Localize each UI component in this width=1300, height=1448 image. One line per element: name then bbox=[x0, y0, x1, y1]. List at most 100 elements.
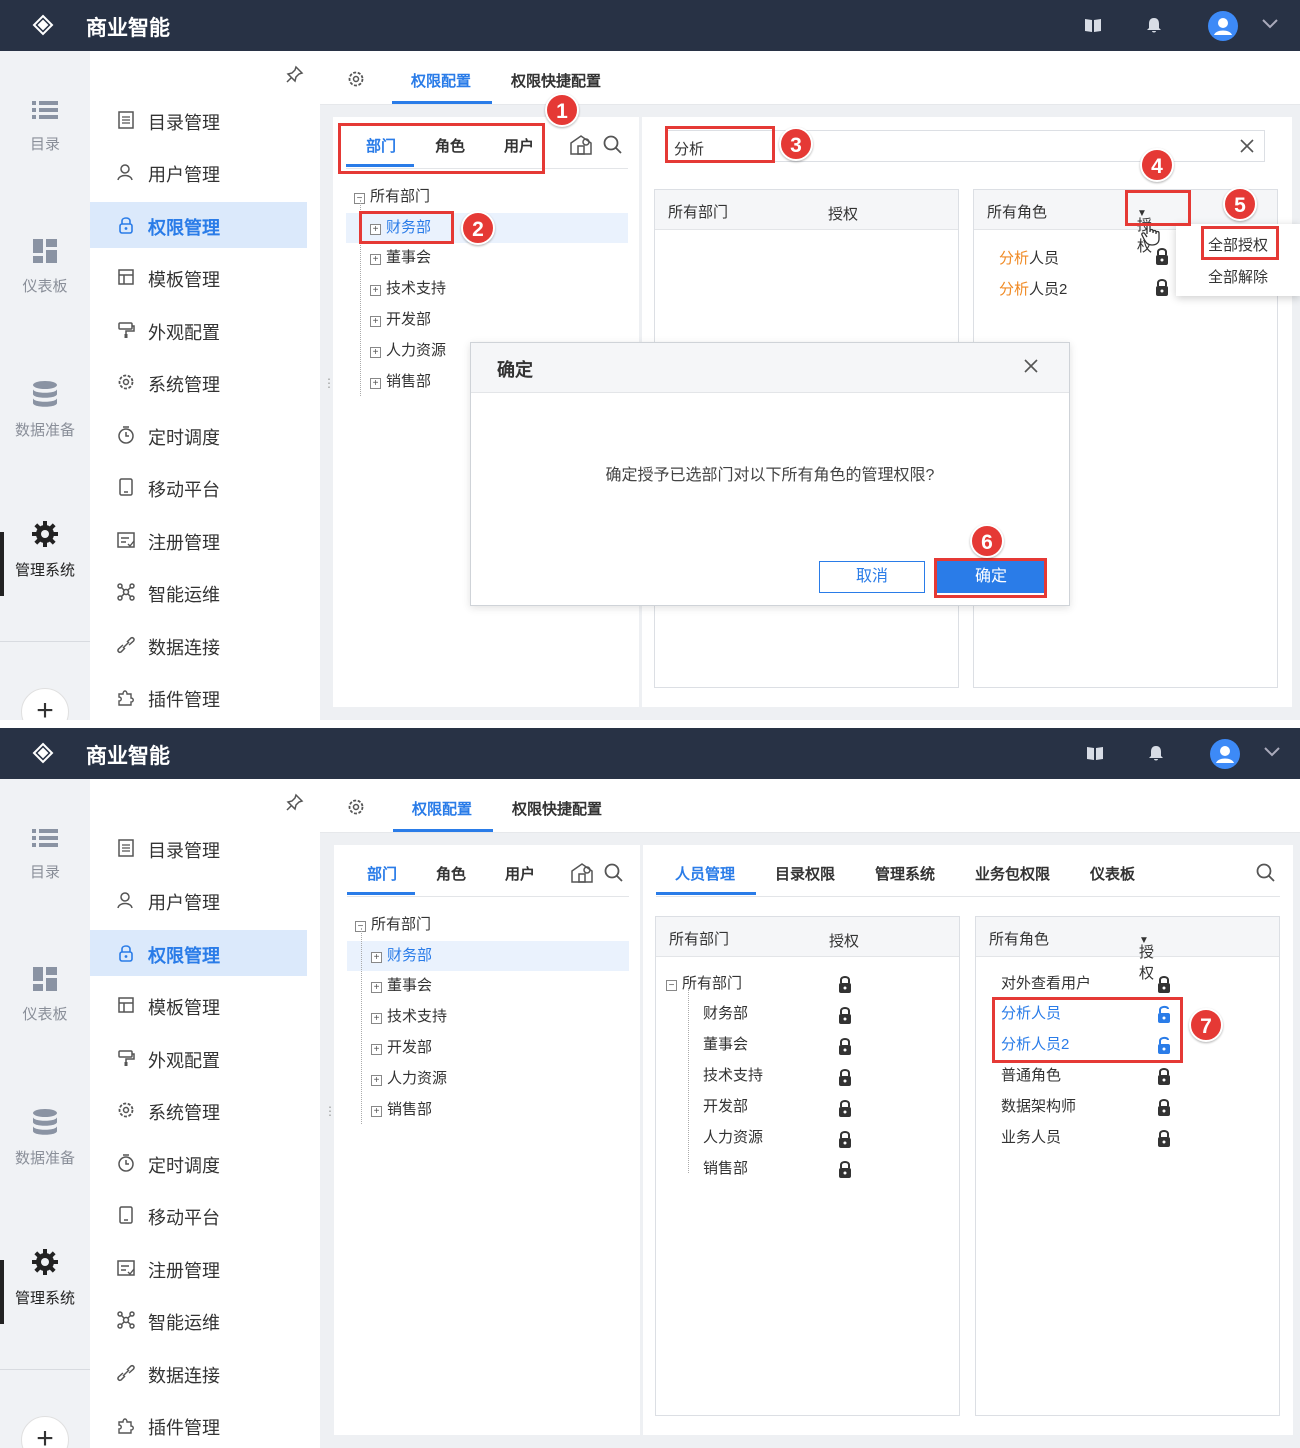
menu-item-mobile[interactable]: 移动平台 bbox=[90, 1192, 307, 1238]
tab-package-permission[interactable]: 业务包权限 bbox=[975, 863, 1050, 884]
dept-row[interactable]: 技术支持 bbox=[703, 1063, 763, 1089]
book-icon[interactable] bbox=[1083, 15, 1103, 35]
lock-icon[interactable] bbox=[838, 975, 852, 993]
chevron-down-icon[interactable] bbox=[1262, 17, 1278, 29]
role-row[interactable]: 业务人员 bbox=[1001, 1125, 1061, 1151]
menu-item-plugins[interactable]: 插件管理 bbox=[90, 674, 307, 720]
search-icon[interactable] bbox=[1256, 863, 1275, 882]
confirm-button[interactable]: 确定 bbox=[937, 561, 1045, 593]
role-row[interactable]: 分析人员2 bbox=[999, 278, 1067, 299]
avatar[interactable] bbox=[1210, 739, 1240, 769]
rail-item-dashboard[interactable]: 仪表板 bbox=[0, 239, 90, 296]
unlock-icon[interactable] bbox=[1157, 1005, 1171, 1023]
dept-row[interactable]: 开发部 bbox=[703, 1094, 748, 1120]
lock-icon[interactable] bbox=[1155, 247, 1169, 265]
avatar[interactable] bbox=[1208, 11, 1238, 41]
dept-row[interactable]: 董事会 bbox=[703, 1032, 748, 1058]
menu-item-appearance[interactable]: 外观配置 bbox=[90, 307, 307, 353]
role-row[interactable]: 普通角色 bbox=[1001, 1063, 1061, 1089]
tree-node[interactable]: + 技术支持 bbox=[370, 276, 446, 302]
lock-icon[interactable] bbox=[1157, 1129, 1171, 1147]
tree-node[interactable]: + 销售部 bbox=[371, 1097, 432, 1123]
menu-item-system[interactable]: 系统管理 bbox=[90, 1087, 307, 1133]
tab-department[interactable]: 部门 bbox=[366, 135, 396, 156]
settings-icon[interactable] bbox=[347, 798, 365, 816]
role-search-input[interactable]: 分析 bbox=[665, 130, 1265, 162]
rail-item-data-prep[interactable]: 数据准备 bbox=[0, 1109, 90, 1168]
rail-item-admin[interactable]: 管理系统 bbox=[0, 521, 90, 580]
menu-item-ops[interactable]: 智能运维 bbox=[90, 569, 307, 615]
menu-item-register[interactable]: 注册管理 bbox=[90, 517, 307, 563]
close-icon[interactable] bbox=[1023, 358, 1039, 374]
tab-admin-system[interactable]: 管理系统 bbox=[875, 863, 935, 884]
tree-node[interactable]: + 技术支持 bbox=[371, 1004, 447, 1030]
tree-node[interactable]: + 人力资源 bbox=[370, 338, 446, 364]
add-button[interactable]: + bbox=[21, 688, 69, 720]
menu-item-plugins[interactable]: 插件管理 bbox=[90, 1402, 307, 1448]
role-row[interactable]: 分析人员 bbox=[1001, 1001, 1061, 1027]
bell-icon[interactable] bbox=[1146, 743, 1166, 763]
dept-row[interactable]: 财务部 bbox=[703, 1001, 748, 1027]
lock-icon[interactable] bbox=[838, 1037, 852, 1055]
lock-icon[interactable] bbox=[838, 1160, 852, 1178]
lock-icon[interactable] bbox=[838, 1130, 852, 1148]
rail-item-catalog[interactable]: 目录 bbox=[0, 827, 90, 882]
tree-node[interactable]: + 财务部 bbox=[371, 943, 432, 969]
lock-icon[interactable] bbox=[1157, 1067, 1171, 1085]
role-row[interactable]: 对外查看用户 bbox=[1001, 971, 1091, 997]
lock-icon[interactable] bbox=[838, 1006, 852, 1024]
tab-dashboard[interactable]: 仪表板 bbox=[1090, 863, 1135, 884]
lock-icon[interactable] bbox=[1155, 278, 1169, 296]
pin-icon[interactable] bbox=[286, 793, 304, 811]
bell-icon[interactable] bbox=[1144, 15, 1164, 35]
menu-item-register[interactable]: 注册管理 bbox=[90, 1245, 307, 1291]
lock-icon[interactable] bbox=[1157, 975, 1171, 993]
resize-handle[interactable]: ⋮ bbox=[323, 376, 335, 390]
menu-item-connections[interactable]: 数据连接 bbox=[90, 622, 307, 668]
chevron-down-icon[interactable] bbox=[1264, 745, 1280, 757]
tab-user[interactable]: 用户 bbox=[505, 863, 535, 884]
lock-icon[interactable] bbox=[838, 1068, 852, 1086]
dept-row[interactable]: 人力资源 bbox=[703, 1125, 763, 1151]
rail-item-admin[interactable]: 管理系统 bbox=[0, 1249, 90, 1308]
tab-permission-config[interactable]: 权限配置 bbox=[412, 798, 472, 819]
dept-row[interactable]: 销售部 bbox=[703, 1156, 748, 1182]
menu-item-users[interactable]: 用户管理 bbox=[90, 149, 307, 195]
grant-dropdown-trigger[interactable]: 授权 ▼ bbox=[1137, 203, 1152, 255]
tree-node[interactable]: + 董事会 bbox=[370, 245, 431, 271]
tab-quick-config[interactable]: 权限快捷配置 bbox=[512, 798, 602, 819]
menu-item-users[interactable]: 用户管理 bbox=[90, 877, 307, 923]
search-icon[interactable] bbox=[603, 135, 622, 154]
dept-row[interactable]: − 所有部门 bbox=[666, 971, 742, 997]
org-structure-icon[interactable] bbox=[570, 135, 592, 155]
tab-quick-config[interactable]: 权限快捷配置 bbox=[511, 70, 601, 91]
role-row[interactable]: 分析人员 bbox=[999, 247, 1059, 268]
tree-node[interactable]: + 财务部 bbox=[370, 215, 431, 241]
tree-root[interactable]: − 所有部门 bbox=[355, 912, 431, 938]
grant-dropdown-trigger[interactable]: 授权 ▼ bbox=[1139, 930, 1154, 982]
org-structure-icon[interactable] bbox=[571, 863, 593, 883]
tab-user[interactable]: 用户 bbox=[504, 135, 534, 156]
tab-catalog-permission[interactable]: 目录权限 bbox=[775, 863, 835, 884]
menu-item-ops[interactable]: 智能运维 bbox=[90, 1297, 307, 1343]
tree-root[interactable]: − 所有部门 bbox=[354, 184, 430, 210]
tree-node[interactable]: + 人力资源 bbox=[371, 1066, 447, 1092]
unlock-icon[interactable] bbox=[1157, 1036, 1171, 1054]
menu-item-schedule[interactable]: 定时调度 bbox=[90, 412, 307, 458]
search-icon[interactable] bbox=[604, 863, 623, 882]
menu-item-templates[interactable]: 模板管理 bbox=[90, 254, 307, 300]
menu-item-permissions[interactable]: 权限管理 bbox=[90, 930, 307, 976]
tab-role[interactable]: 角色 bbox=[436, 863, 466, 884]
tree-node[interactable]: + 开发部 bbox=[371, 1035, 432, 1061]
menu-item-templates[interactable]: 模板管理 bbox=[90, 982, 307, 1028]
lock-icon[interactable] bbox=[838, 1099, 852, 1117]
menu-item-catalog[interactable]: 目录管理 bbox=[90, 825, 307, 871]
menu-item-permissions[interactable]: 权限管理 bbox=[90, 202, 307, 248]
rail-item-data-prep[interactable]: 数据准备 bbox=[0, 381, 90, 440]
pin-icon[interactable] bbox=[286, 65, 304, 83]
tree-node[interactable]: + 董事会 bbox=[371, 973, 432, 999]
add-button[interactable]: + bbox=[21, 1416, 69, 1448]
resize-handle[interactable]: ⋮ bbox=[324, 1104, 336, 1118]
role-row[interactable]: 分析人员2 bbox=[1001, 1032, 1069, 1058]
menu-item-schedule[interactable]: 定时调度 bbox=[90, 1140, 307, 1186]
